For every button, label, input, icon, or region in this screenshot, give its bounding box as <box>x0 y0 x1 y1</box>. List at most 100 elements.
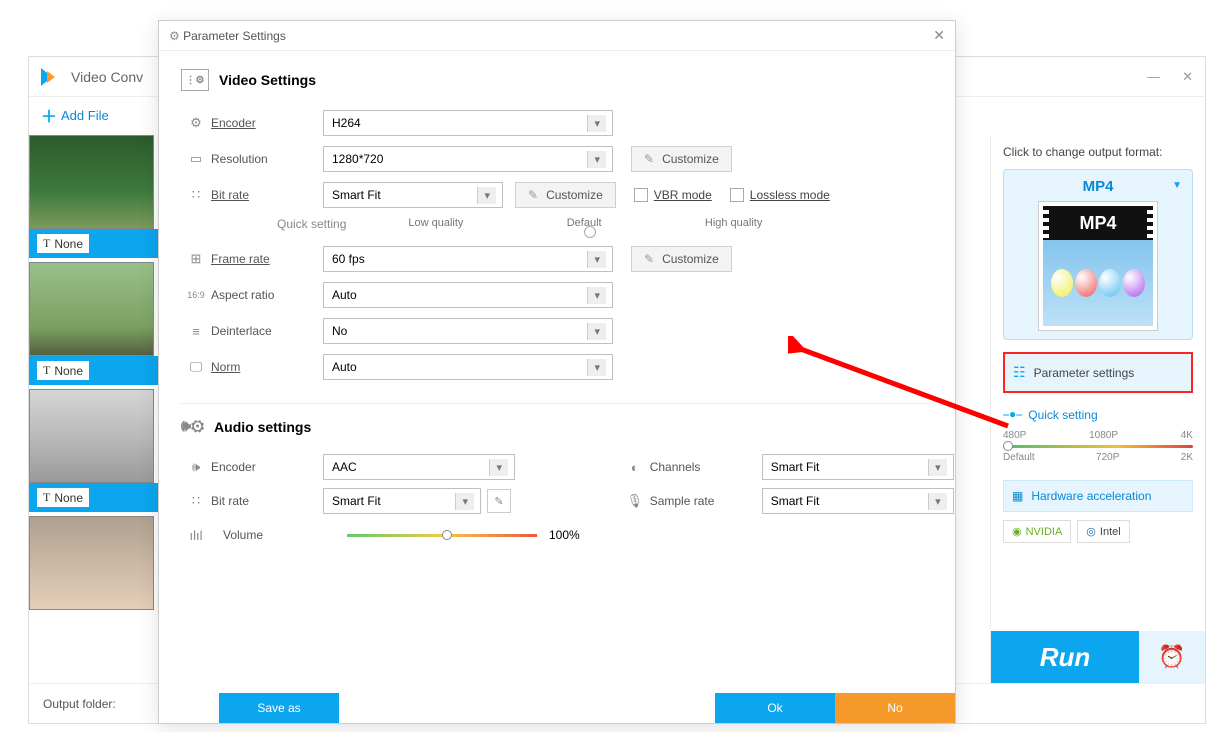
save-as-button[interactable]: Save as <box>219 693 339 723</box>
audio-encoder-label: Encoder <box>211 460 323 474</box>
dialog-close-button[interactable]: ✕ <box>933 27 945 44</box>
video-thumbnail <box>29 389 154 483</box>
output-format-card[interactable]: MP4 ▼ MP4 <box>1003 169 1193 340</box>
video-settings-header: ⋮⚙ Video Settings <box>181 69 927 91</box>
resolution-select[interactable]: 1280*720 <box>323 146 613 172</box>
parameter-settings-label: Parameter settings <box>1034 366 1135 380</box>
resolution-customize-button[interactable]: ✎Customize <box>631 146 732 172</box>
no-button[interactable]: No <box>835 693 955 723</box>
text-icon: T <box>43 363 50 378</box>
pencil-icon: ✎ <box>644 152 654 166</box>
speaker-icon: 🕪 <box>181 459 211 475</box>
video-encoder-select[interactable]: H264 <box>323 110 613 136</box>
slider-thumb[interactable] <box>1003 441 1013 451</box>
framerate-label: Frame rate <box>211 252 323 266</box>
lines-icon: ≡ <box>181 324 211 339</box>
bars-icon: ılıl <box>181 528 211 543</box>
sample-rate-select[interactable]: Smart Fit <box>762 488 954 514</box>
text-icon: T <box>43 236 50 251</box>
schedule-button[interactable]: ⏰ <box>1139 631 1205 683</box>
right-panel: Click to change output format: MP4 ▼ MP4… <box>990 135 1205 683</box>
bitrate-customize-button[interactable]: ✎Customize <box>515 182 616 208</box>
quick-setting-label: Quick setting <box>1028 408 1097 422</box>
volume-label: Volume <box>223 528 335 542</box>
audio-encoder-select[interactable]: AAC <box>323 454 515 480</box>
quick-setting-label: Quick setting <box>277 217 346 231</box>
framerate-customize-button[interactable]: ✎Customize <box>631 246 732 272</box>
aspect-label: Aspect ratio <box>211 288 323 302</box>
alarm-icon: ⏰ <box>1158 644 1185 670</box>
bitrate-label: Bit rate <box>211 188 323 202</box>
format-strip-label: MP4 <box>1043 206 1153 240</box>
slider-thumb[interactable] <box>442 530 452 540</box>
plus-icon: ＋ <box>41 103 57 127</box>
sliders-icon: ⚙ <box>169 29 180 43</box>
mic-icon: 🎙 <box>620 493 650 509</box>
deinterlace-select[interactable]: No <box>323 318 613 344</box>
intel-button[interactable]: ◎Intel <box>1077 520 1129 543</box>
audio-bitrate-label: Bit rate <box>211 494 323 508</box>
list-item[interactable]: TNone <box>29 389 159 512</box>
video-list: TNone TNone TNone <box>29 135 159 683</box>
minimize-button[interactable]: — <box>1147 69 1160 85</box>
output-folder-label: Output folder: <box>43 697 116 711</box>
list-item[interactable]: T None <box>29 135 159 258</box>
film-icon: ⊞ <box>181 251 211 267</box>
caption-label: None <box>54 364 83 378</box>
video-thumbnail <box>29 135 154 229</box>
format-label: MP4 <box>1083 178 1114 195</box>
intel-icon: ◎ <box>1086 525 1096 538</box>
dialog-title: Parameter Settings <box>183 29 286 43</box>
video-bitrate-select[interactable]: Smart Fit <box>323 182 503 208</box>
format-hint: Click to change output format: <box>1003 145 1193 159</box>
sliders-icon: ⎯●⎯ <box>1003 407 1022 422</box>
vbr-mode-checkbox[interactable]: VBR mode <box>634 188 712 202</box>
video-thumbnail <box>29 516 154 610</box>
encoder-label: Encoder <box>211 116 323 130</box>
monitor-icon: 🖵 <box>181 359 211 375</box>
list-item[interactable]: T None <box>29 262 159 385</box>
slider-thumb[interactable] <box>584 226 596 238</box>
resolution-slider[interactable]: 480P1080P4K Default720P2K <box>1003 430 1193 468</box>
channels-select[interactable]: Smart Fit <box>762 454 954 480</box>
hardware-acceleration-button[interactable]: ▦ Hardware acceleration <box>1003 480 1193 512</box>
parameter-settings-button[interactable]: ☷ Parameter settings <box>1003 352 1193 393</box>
nvidia-button[interactable]: ◉NVIDIA <box>1003 520 1071 543</box>
volume-slider[interactable] <box>347 534 537 537</box>
chip-icon: ▦ <box>1012 489 1023 503</box>
app-logo-icon <box>41 66 63 88</box>
norm-label: Norm <box>211 360 323 374</box>
norm-select[interactable]: Auto <box>323 354 613 380</box>
dialog-footer: Save as Ok No <box>159 693 955 723</box>
resolution-label: Resolution <box>211 152 323 166</box>
list-item[interactable] <box>29 516 159 610</box>
close-button[interactable]: ✕ <box>1182 69 1193 85</box>
caption-label: None <box>54 237 83 251</box>
add-file-label: Add File <box>61 108 109 123</box>
audio-settings-header: 🕪⚙ Audio settings <box>181 418 927 436</box>
chevron-down-icon: ▼ <box>1172 180 1182 191</box>
audio-bitrate-edit-button[interactable]: ✎ <box>487 489 511 513</box>
quality-quick-setting: Quick setting Low quality Default High q… <box>235 217 927 231</box>
ok-button[interactable]: Ok <box>715 693 835 723</box>
channels-icon: ◐ <box>620 460 650 475</box>
pencil-icon: ✎ <box>528 188 538 202</box>
sample-rate-label: Sample rate <box>650 494 762 508</box>
sliders-icon: ☷ <box>1013 364 1026 381</box>
lossless-mode-checkbox[interactable]: Lossless mode <box>730 188 830 202</box>
add-file-button[interactable]: ＋ Add File <box>41 103 109 127</box>
film-gear-icon: ⋮⚙ <box>181 69 209 91</box>
deinterlace-label: Deinterlace <box>211 324 323 338</box>
dots-icon: ∷ <box>181 187 211 203</box>
run-button[interactable]: Run <box>991 631 1139 683</box>
nvidia-icon: ◉ <box>1012 525 1022 538</box>
framerate-select[interactable]: 60 fps <box>323 246 613 272</box>
quick-setting-header: ⎯●⎯ Quick setting <box>1003 407 1193 422</box>
aspect-icon: 16:9 <box>181 290 211 300</box>
aspect-select[interactable]: Auto <box>323 282 613 308</box>
audio-bitrate-select[interactable]: Smart Fit <box>323 488 481 514</box>
gear-icon: ⚙ <box>181 115 211 131</box>
pencil-icon: ✎ <box>644 252 654 266</box>
dots-icon: ∷ <box>181 493 211 509</box>
app-title: Video Conv <box>71 69 143 85</box>
